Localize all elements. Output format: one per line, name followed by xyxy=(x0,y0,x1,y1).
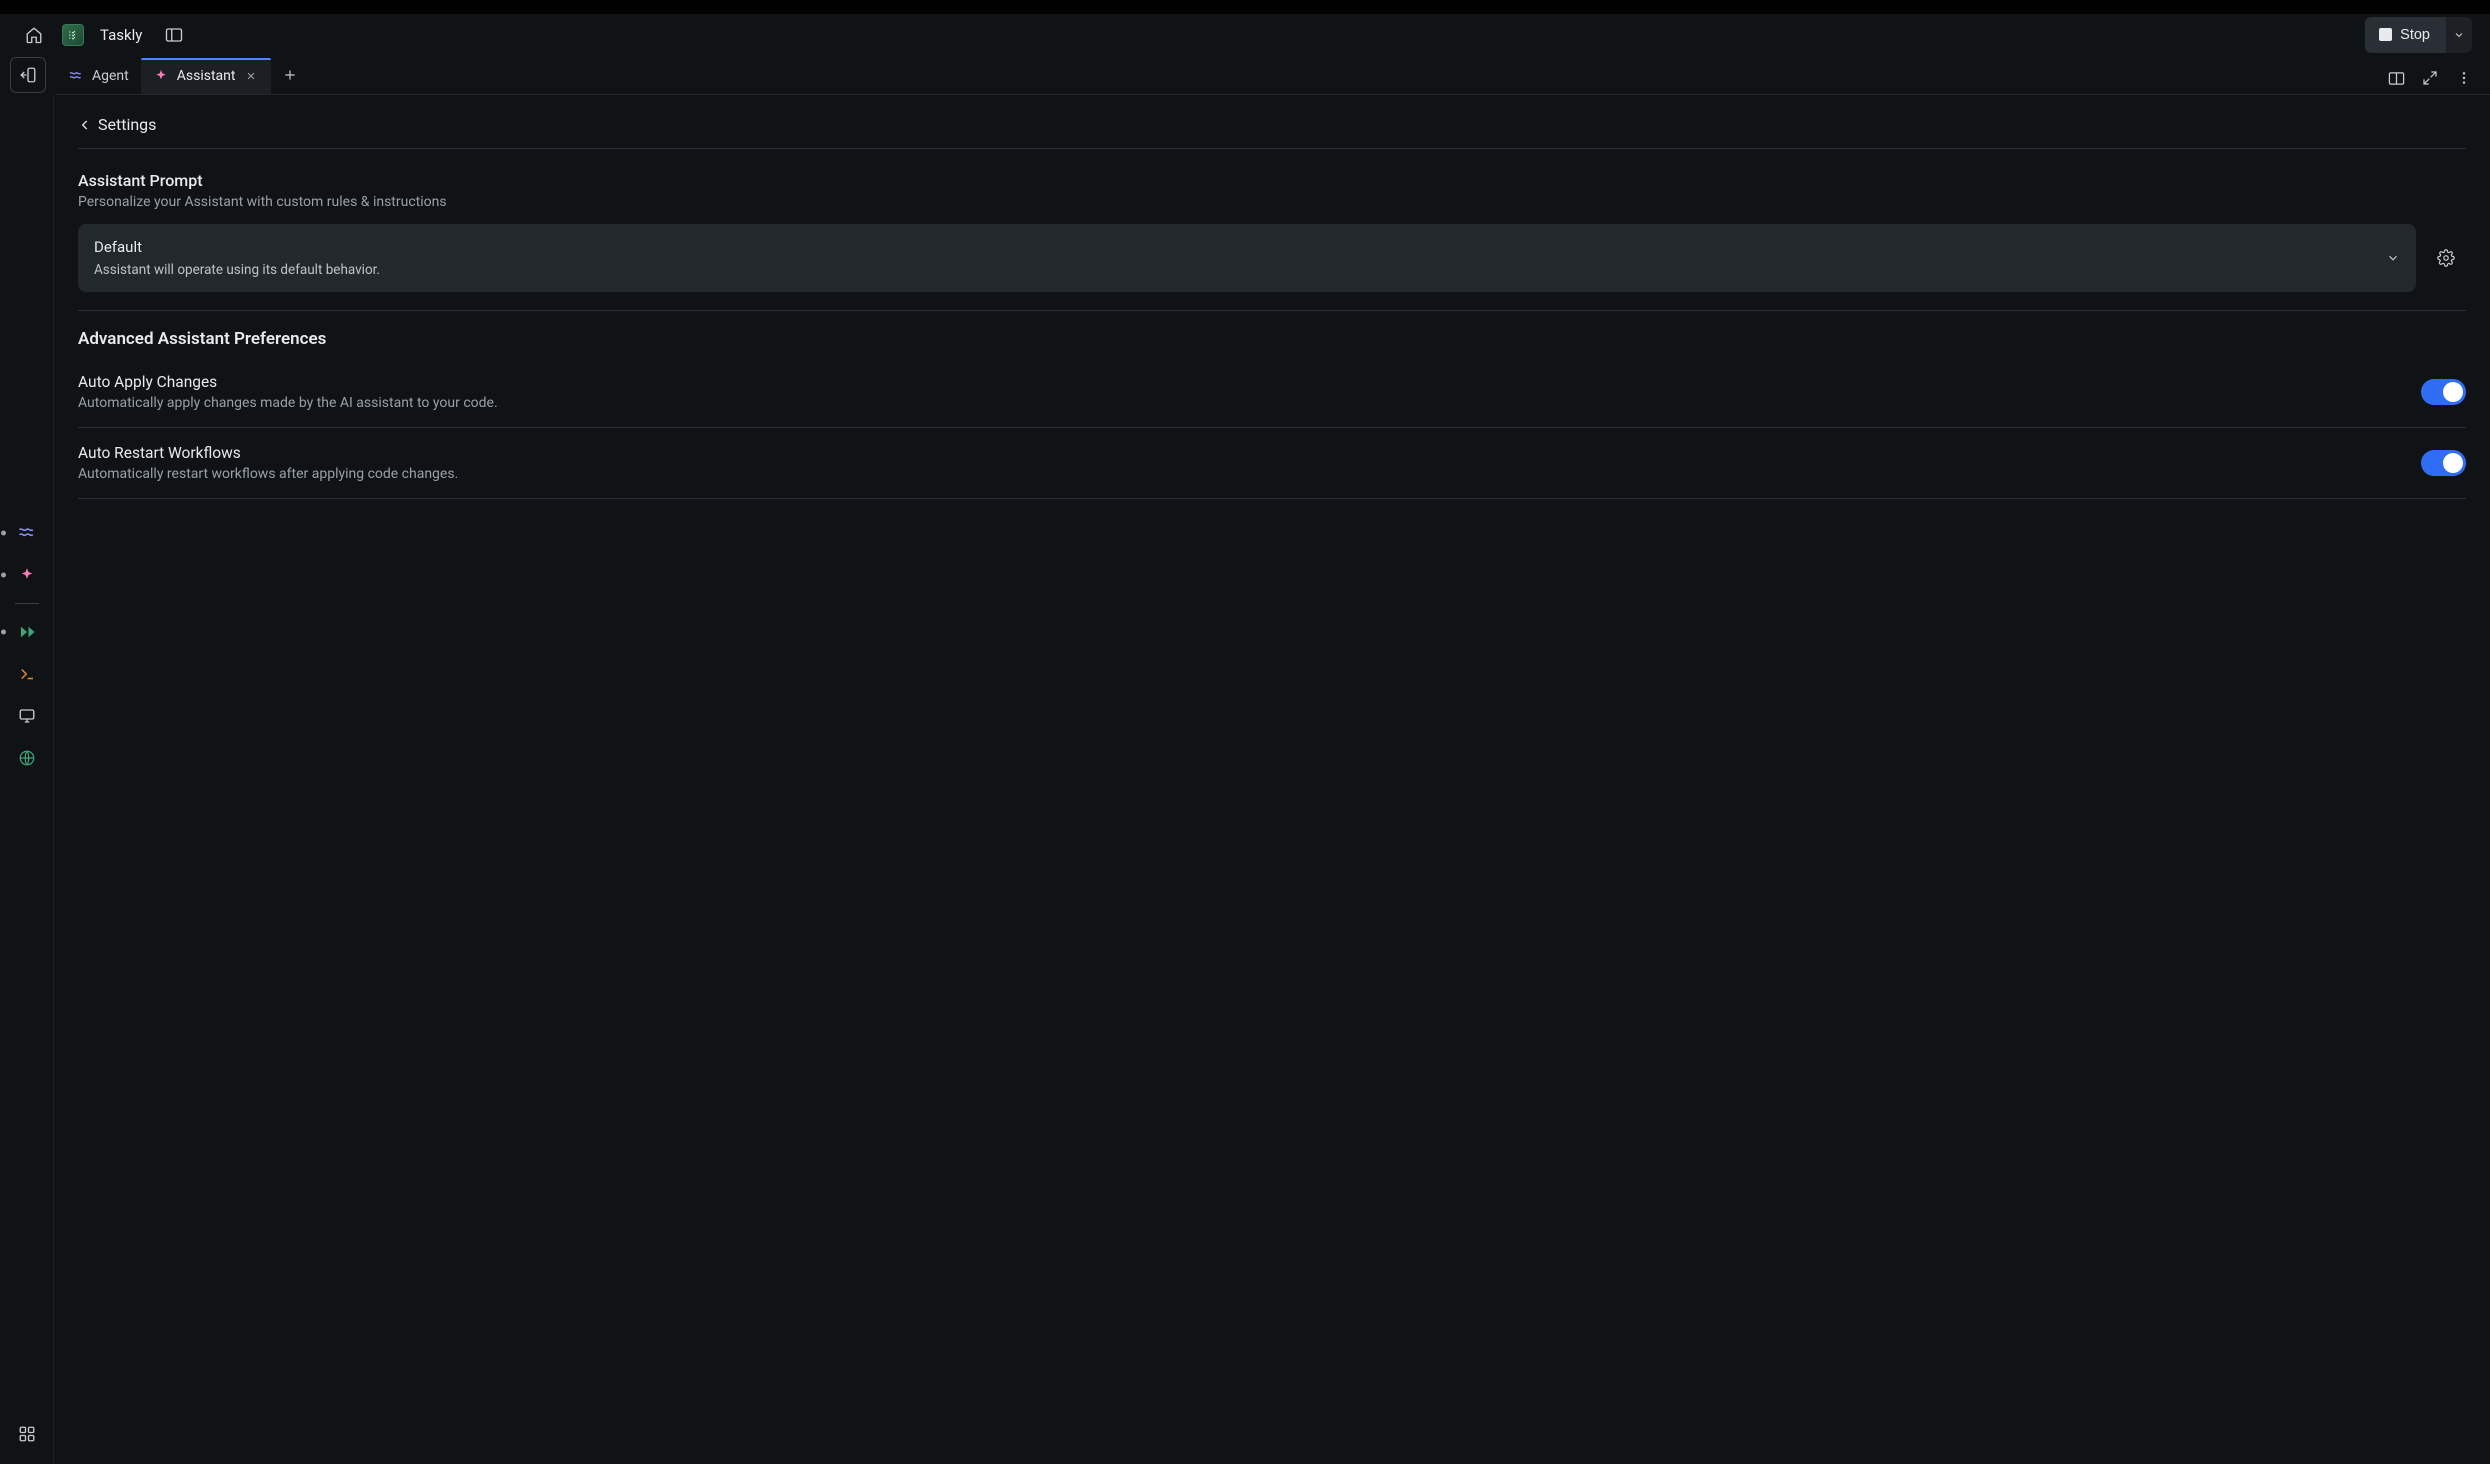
rail-run[interactable] xyxy=(9,614,45,650)
settings-back-button[interactable]: Settings xyxy=(78,111,2466,149)
app-shell: Settings Assistant Prompt Personalize yo… xyxy=(0,95,2490,1464)
tab-label: Assistant xyxy=(177,68,236,84)
gear-icon xyxy=(2437,249,2455,267)
active-dot-icon xyxy=(1,573,6,578)
toggle-knob xyxy=(2443,382,2463,402)
assistant-prompt-title: Assistant Prompt xyxy=(78,149,2466,190)
rail-assistant[interactable] xyxy=(9,557,45,593)
terminal-icon xyxy=(18,665,36,683)
pref-auto-apply: Auto Apply Changes Automatically apply c… xyxy=(78,357,2466,428)
waves-icon xyxy=(68,68,84,84)
close-tab-button[interactable] xyxy=(243,68,259,84)
settings-panel: Settings Assistant Prompt Personalize yo… xyxy=(54,95,2490,1464)
rail-separator xyxy=(15,603,39,604)
rail-all-tools[interactable] xyxy=(9,1416,45,1452)
tab-bar: Agent Assistant xyxy=(56,55,2490,95)
stop-icon xyxy=(2379,28,2392,41)
panel-icon xyxy=(165,27,183,43)
pref-title: Auto Restart Workflows xyxy=(78,444,2421,462)
prompt-selector[interactable]: Default Assistant will operate using its… xyxy=(78,224,2416,292)
prompt-row: Default Assistant will operate using its… xyxy=(78,224,2466,292)
prompt-settings-button[interactable] xyxy=(2426,224,2466,292)
new-tab-button[interactable] xyxy=(275,60,305,90)
plus-icon xyxy=(283,68,297,82)
stop-button-group: Stop xyxy=(2365,17,2472,53)
home-icon xyxy=(25,26,43,44)
monitor-icon xyxy=(18,707,36,725)
project-title[interactable]: Taskly xyxy=(100,26,142,44)
rail-agent[interactable] xyxy=(9,515,45,551)
expand-button[interactable] xyxy=(2414,62,2446,94)
settings-heading: Settings xyxy=(98,115,156,134)
chevron-down-icon xyxy=(2453,29,2465,41)
tab-label: Agent xyxy=(92,68,129,84)
tab-row: Agent Assistant xyxy=(0,55,2490,95)
auto-apply-toggle[interactable] xyxy=(2421,379,2466,405)
git-arrow-icon xyxy=(19,66,37,84)
advanced-preferences-title: Advanced Assistant Preferences xyxy=(78,329,2466,357)
stop-label: Stop xyxy=(2400,27,2430,43)
tab-agent[interactable]: Agent xyxy=(56,58,141,94)
tab-assistant[interactable]: Assistant xyxy=(141,58,272,94)
sparkle-icon xyxy=(153,68,169,84)
rail-preview[interactable] xyxy=(9,698,45,734)
toggle-knob xyxy=(2443,453,2463,473)
split-icon xyxy=(2388,71,2405,86)
stop-menu-button[interactable] xyxy=(2446,17,2472,53)
pref-subtitle: Automatically restart workflows after ap… xyxy=(78,462,2421,482)
sparkle-icon xyxy=(18,566,36,584)
section-divider xyxy=(78,310,2466,311)
stop-button[interactable]: Stop xyxy=(2365,17,2446,53)
auto-restart-toggle[interactable] xyxy=(2421,450,2466,476)
play-forward-icon xyxy=(18,623,36,641)
pref-subtitle: Automatically apply changes made by the … xyxy=(78,391,2421,411)
prompt-selected-subtitle: Assistant will operate using its default… xyxy=(94,256,2386,278)
tab-right-controls xyxy=(2380,62,2490,94)
checklist-icon xyxy=(67,29,79,41)
pref-title: Auto Apply Changes xyxy=(78,373,2421,391)
prompt-selected-title: Default xyxy=(94,238,2386,256)
left-rail xyxy=(0,95,54,1464)
close-icon xyxy=(246,71,256,81)
waves-icon xyxy=(17,523,37,543)
apps-grid-icon xyxy=(18,1425,36,1443)
assistant-prompt-subtitle: Personalize your Assistant with custom r… xyxy=(78,190,2466,224)
home-button[interactable] xyxy=(18,19,50,51)
active-dot-icon xyxy=(1,630,6,635)
pref-auto-restart: Auto Restart Workflows Automatically res… xyxy=(78,428,2466,499)
globe-icon xyxy=(18,749,36,767)
chevron-down-icon xyxy=(2386,251,2400,265)
git-panel-button[interactable] xyxy=(10,57,46,93)
split-pane-button[interactable] xyxy=(2380,62,2412,94)
rail-terminal[interactable] xyxy=(9,656,45,692)
project-icon[interactable] xyxy=(62,24,84,46)
panel-toggle-button[interactable] xyxy=(158,19,190,51)
expand-icon xyxy=(2422,70,2438,86)
chevron-left-icon xyxy=(78,118,92,132)
rail-deploy[interactable] xyxy=(9,740,45,776)
active-dot-icon xyxy=(1,531,6,536)
more-vertical-icon xyxy=(2456,70,2472,86)
more-button[interactable] xyxy=(2448,62,2480,94)
top-header: Taskly Stop xyxy=(0,0,2490,55)
